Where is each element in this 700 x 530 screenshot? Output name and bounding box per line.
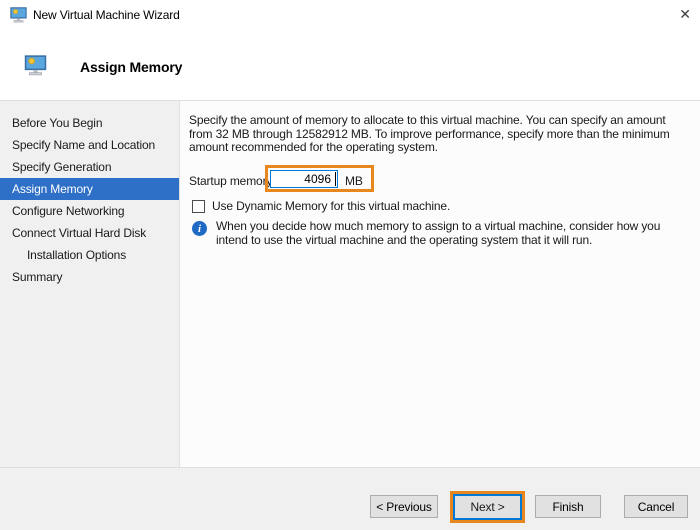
finish-button[interactable]: Finish xyxy=(535,495,601,518)
next-button[interactable]: Next > xyxy=(453,494,522,520)
next-button-annotation-box: Next > xyxy=(450,491,525,523)
intro-text: Specify the amount of memory to allocate… xyxy=(189,114,690,155)
page-title: Assign Memory xyxy=(80,59,182,75)
sidebar-item-specify-generation[interactable]: Specify Generation xyxy=(0,156,179,178)
wizard-steps-sidebar: Before You Begin Specify Name and Locati… xyxy=(0,101,179,467)
sidebar-item-connect-virtual-hard-disk[interactable]: Connect Virtual Hard Disk xyxy=(0,222,179,244)
new-vm-wizard-window: New Virtual Machine Wizard ✕ Assign Memo… xyxy=(0,0,700,530)
info-icon: i xyxy=(192,221,207,236)
text-caret xyxy=(335,172,336,186)
startup-memory-label: Startup memory: xyxy=(189,174,275,188)
startup-memory-input[interactable] xyxy=(270,170,338,188)
memory-unit-label: MB xyxy=(345,174,363,188)
dynamic-memory-checkbox[interactable] xyxy=(192,200,205,213)
dynamic-memory-checkbox-row[interactable]: Use Dynamic Memory for this virtual mach… xyxy=(192,199,450,213)
sidebar-item-installation-options[interactable]: Installation Options xyxy=(0,244,179,266)
dynamic-memory-checkbox-label: Use Dynamic Memory for this virtual mach… xyxy=(212,199,450,213)
assign-memory-pane: Specify the amount of memory to allocate… xyxy=(180,101,700,467)
window-title: New Virtual Machine Wizard xyxy=(33,8,180,22)
title-bar: New Virtual Machine Wizard ✕ xyxy=(0,0,700,30)
virtual-machine-icon xyxy=(24,55,47,76)
close-icon[interactable]: ✕ xyxy=(672,2,698,26)
wizard-steps-list: Before You Begin Specify Name and Locati… xyxy=(0,112,179,288)
previous-button[interactable]: < Previous xyxy=(370,495,438,518)
virtual-machine-icon xyxy=(10,7,27,23)
sidebar-item-assign-memory[interactable]: Assign Memory xyxy=(0,178,179,200)
sidebar-item-before-you-begin[interactable]: Before You Begin xyxy=(0,112,179,134)
cancel-button[interactable]: Cancel xyxy=(624,495,688,518)
info-note-text: When you decide how much memory to assig… xyxy=(216,220,684,247)
sidebar-item-specify-name-and-location[interactable]: Specify Name and Location xyxy=(0,134,179,156)
sidebar-item-summary[interactable]: Summary xyxy=(0,266,179,288)
sidebar-item-configure-networking[interactable]: Configure Networking xyxy=(0,200,179,222)
